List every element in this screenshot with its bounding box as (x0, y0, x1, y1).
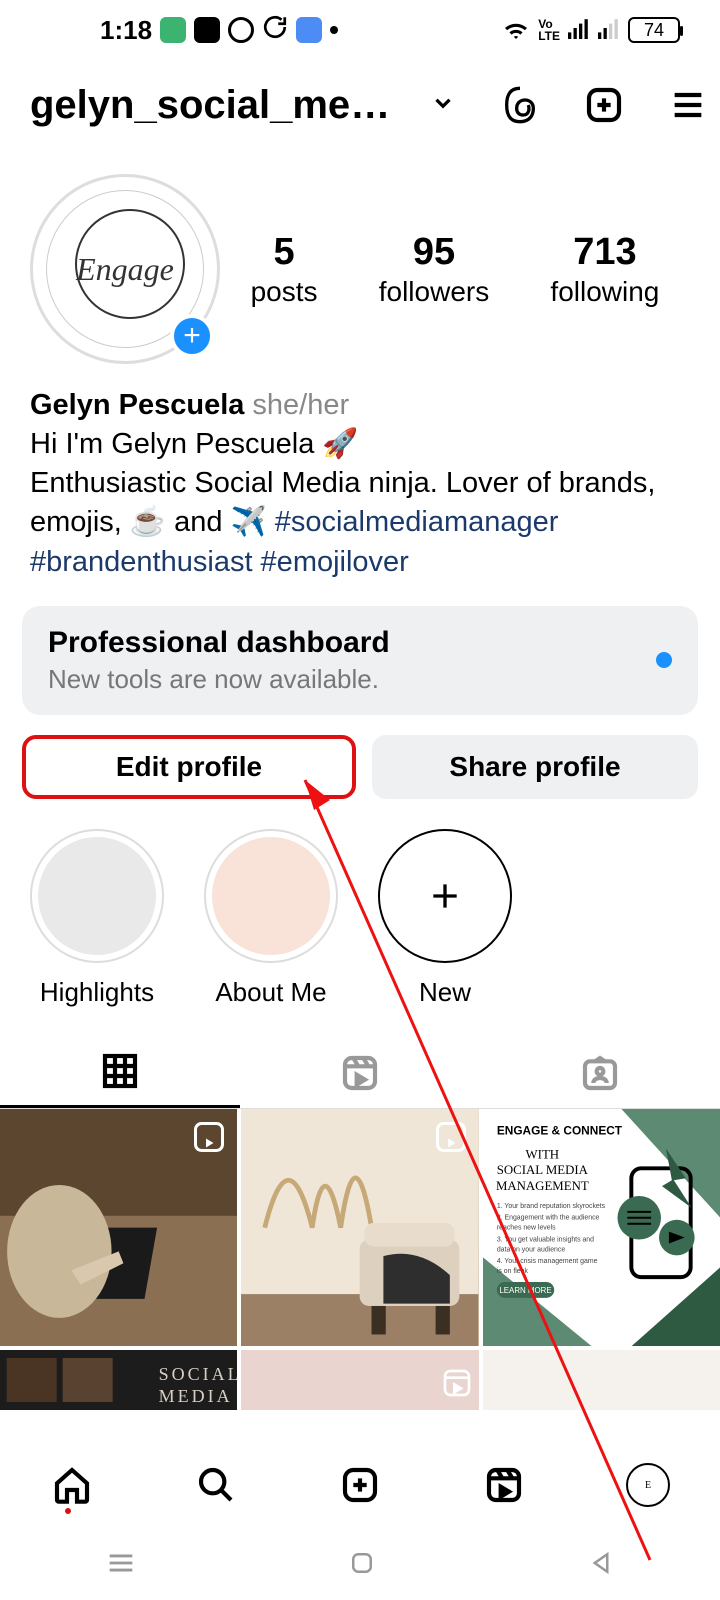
share-profile-button[interactable]: Share profile (372, 735, 698, 799)
svg-text:4. Your crisis management game: 4. Your crisis management game (497, 1258, 598, 1265)
notification-dot (656, 652, 672, 668)
create-button[interactable] (584, 83, 624, 127)
stat-followers[interactable]: 95 followers (379, 231, 489, 308)
svg-text:reaches new levels: reaches new levels (497, 1224, 556, 1231)
post-thumbnail[interactable]: SOCIAL MEDIA (0, 1350, 237, 1410)
status-icon-sync (262, 14, 288, 47)
post-thumbnail[interactable] (241, 1109, 478, 1346)
grid-tab[interactable] (0, 1038, 240, 1108)
status-icon-app3 (296, 17, 322, 43)
add-story-button[interactable]: + (170, 314, 214, 358)
svg-text:data on your audience: data on your audience (497, 1246, 566, 1253)
profile-summary: Engage + 5 posts 95 followers 713 follow… (0, 150, 720, 374)
status-more-dot (330, 26, 338, 34)
post-thumbnail[interactable] (241, 1350, 478, 1410)
edit-profile-button[interactable]: Edit profile (22, 735, 356, 799)
chevron-down-icon[interactable] (430, 90, 456, 121)
search-tab[interactable] (194, 1463, 238, 1507)
volte-icon: VoLTE (538, 18, 560, 42)
signal2-icon (598, 15, 620, 46)
svg-text:SOCIAL: SOCIAL (159, 1364, 238, 1384)
svg-text:MANAGEMENT: MANAGEMENT (496, 1179, 589, 1193)
battery-icon: 74 (628, 17, 680, 43)
statusbar: 1:18 VoLTE 74 (0, 0, 720, 60)
highlights-row: Highlights About Me New (0, 799, 720, 1008)
pronouns: she/her (252, 389, 349, 421)
dashboard-title: Professional dashboard (48, 626, 390, 660)
bio: Gelyn Pescuelashe/her Hi I'm Gelyn Pescu… (0, 374, 720, 582)
highlight-item[interactable]: Highlights (30, 829, 164, 1008)
system-nav (0, 1530, 720, 1600)
wifi-icon (502, 15, 530, 46)
posts-grid: ENGAGE & CONNECT WITH SOCIAL MEDIA MANAG… (0, 1109, 720, 1410)
signal1-icon (568, 15, 590, 46)
reel-icon (433, 1119, 469, 1155)
status-time: 1:18 (100, 15, 152, 46)
avatar[interactable]: Engage + (30, 174, 220, 364)
new-highlight-button[interactable]: New (378, 829, 512, 1008)
status-icon-app2 (194, 17, 220, 43)
stat-posts[interactable]: 5 posts (251, 231, 318, 308)
svg-text:LEARN MORE: LEARN MORE (499, 1286, 551, 1295)
status-icon-opera (228, 17, 254, 43)
profile-header: gelyn_social_medi… (0, 60, 720, 150)
threads-icon[interactable] (500, 83, 540, 127)
stat-following[interactable]: 713 following (550, 231, 659, 308)
dashboard-subtitle: New tools are now available. (48, 664, 390, 695)
home-notification-dot (65, 1508, 71, 1514)
svg-text:WITH: WITH (525, 1147, 559, 1161)
reels-nav-tab[interactable] (482, 1463, 526, 1507)
professional-dashboard-card[interactable]: Professional dashboard New tools are now… (22, 606, 698, 715)
svg-text:1. Your brand reputation skyro: 1. Your brand reputation skyrockets (497, 1203, 606, 1210)
svg-text:SOCIAL MEDIA: SOCIAL MEDIA (496, 1163, 588, 1177)
reel-icon (191, 1119, 227, 1155)
create-tab[interactable] (338, 1463, 382, 1507)
recent-apps-icon[interactable] (104, 1546, 138, 1585)
svg-text:3. You get valuable insights a: 3. You get valuable insights and (497, 1236, 594, 1243)
profile-tabs (0, 1038, 720, 1109)
home-tab[interactable] (50, 1463, 94, 1507)
svg-text:is on fleek: is on fleek (497, 1268, 529, 1275)
post-thumbnail[interactable] (0, 1109, 237, 1346)
svg-text:MEDIA: MEDIA (159, 1386, 233, 1406)
status-icon-app1 (160, 17, 186, 43)
bio-line: Enthusiastic Social Media ninja. Lover o… (30, 464, 690, 581)
display-name: Gelyn Pescuela (30, 389, 244, 421)
bottom-nav: E (0, 1440, 720, 1530)
reels-tab[interactable] (240, 1038, 480, 1108)
back-system-icon[interactable] (586, 1548, 616, 1583)
svg-text:2. Engagement with the audienc: 2. Engagement with the audience (497, 1214, 600, 1221)
bio-line: Hi I'm Gelyn Pescuela 🚀 (30, 425, 690, 464)
menu-icon[interactable] (668, 83, 708, 127)
highlight-item[interactable]: About Me (204, 829, 338, 1008)
username-dropdown[interactable]: gelyn_social_medi… (30, 83, 410, 128)
post-thumbnail[interactable]: ENGAGE & CONNECT WITH SOCIAL MEDIA MANAG… (483, 1109, 720, 1346)
reel-icon (441, 1367, 473, 1404)
profile-tab[interactable]: E (626, 1463, 670, 1507)
post-thumbnail[interactable] (483, 1350, 720, 1410)
home-system-icon[interactable] (347, 1548, 377, 1583)
tagged-tab[interactable] (480, 1038, 720, 1108)
svg-text:ENGAGE & CONNECT: ENGAGE & CONNECT (497, 1123, 623, 1137)
